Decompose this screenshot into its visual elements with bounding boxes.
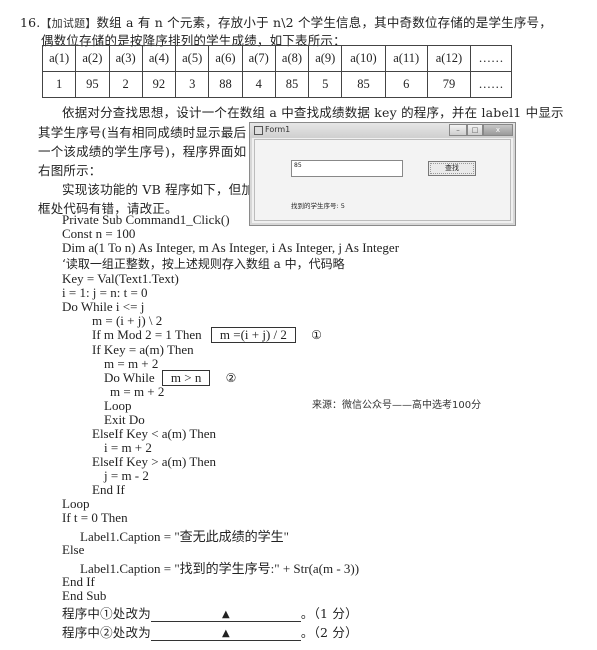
description-line-4: 右图所示：	[38, 163, 102, 178]
array-header-cell: a(10)	[341, 45, 386, 72]
array-header-cell: a(4)	[141, 45, 177, 72]
description-line-3: 一个该成绩的学生序号)，程序界面如	[38, 144, 247, 159]
array-value-cell: 3	[175, 71, 210, 98]
form1-client-area: 85 查找 找到的学生序号: 5	[254, 139, 511, 221]
array-value-cell: 95	[75, 71, 110, 98]
marker-1: ①	[311, 328, 322, 342]
answer-prefix: 程序中②处改为	[62, 625, 151, 640]
array-header-cell: a(3)	[108, 45, 143, 72]
array-value-cell: 2	[108, 71, 143, 98]
code-line: Label1.Caption = "查无此成绩的学生"	[80, 529, 289, 544]
code-line: Else	[62, 542, 85, 557]
description-line-1: 依据对分查找思想，设计一个在数组 a 中查找成绩数据 key 的程序，并在 la…	[62, 105, 564, 120]
answer-suffix: 。（1 分）	[300, 606, 358, 621]
minimize-button[interactable]: –	[449, 124, 467, 136]
array-header-cell: a(1)	[41, 45, 77, 72]
form1-window: Form1 – □ x 85 查找 找到的学生序号: 5	[249, 122, 516, 226]
array-value-cell: 1	[41, 71, 77, 98]
question-number: 16.	[20, 15, 41, 30]
array-header-cell: a(8)	[274, 45, 310, 72]
question-header: 16.【加试题】数组 a 有 n 个元素，存放小于 n\2 个学生信息，其中奇数…	[20, 12, 552, 31]
array-value-cell: 79	[426, 71, 472, 98]
answer-blank-2[interactable]: ▲	[150, 627, 301, 641]
question-line-1: 数组 a 有 n 个元素，存放小于 n\2 个学生信息，其中奇数位存储的是学生序…	[96, 15, 552, 30]
code-text: If m Mod 2 = 1 Then	[92, 327, 202, 342]
description-line-2: 其学生序号(当有相同成绩时显示最后	[38, 125, 247, 140]
answer-blank-1[interactable]: ▲	[150, 608, 301, 622]
array-table-value-row: 1 95 2 92 3 88 4 85 5 85 6 79……	[41, 71, 512, 98]
answer-line-1: 程序中①处改为 ▲ 。（1 分）	[62, 603, 358, 622]
code-line-if-mod: If m Mod 2 = 1 Then m =(i + j) / 2 ①	[92, 327, 322, 343]
array-value-cell: 5	[308, 71, 343, 98]
search-button[interactable]: 查找	[428, 161, 476, 176]
code-comment: ‘读取一组正整数，按上述规则存入数组 a 中，代码略	[62, 257, 345, 271]
question-tag: 【加试题】	[40, 17, 97, 30]
array-header-cell: a(11)	[384, 45, 428, 72]
array-value-cell: 88	[208, 71, 243, 98]
array-header-cell: a(9)	[308, 45, 343, 72]
marker-2: ②	[225, 371, 237, 385]
code-line: Label1.Caption = "找到的学生序号:" + Str(a(m - …	[80, 561, 360, 576]
array-value-cell: 6	[384, 71, 428, 98]
array-value-cell: 92	[141, 71, 177, 98]
array-header-cell: a(7)	[241, 45, 276, 72]
label1-result: 找到的学生序号: 5	[291, 202, 345, 210]
code-line: End Sub	[62, 588, 107, 603]
answer-prefix: 程序中①处改为	[62, 606, 151, 621]
text1-input[interactable]: 85	[291, 160, 403, 177]
code-line: Dim a(1 To n) As Integer, m As Integer, …	[62, 240, 400, 255]
array-header-cell: a(6)	[208, 45, 243, 72]
error-box-1: m =(i + j) / 2	[210, 327, 296, 343]
app-icon	[254, 126, 263, 135]
array-value-cell: ……	[470, 71, 512, 98]
source-note: 来源：微信公众号——高中选考100分	[312, 400, 482, 411]
array-value-cell: 4	[241, 71, 276, 98]
array-value-cell: 85	[341, 71, 386, 98]
answer-line-2: 程序中②处改为 ▲ 。（2 分）	[62, 622, 358, 641]
array-header-cell: a(2)	[75, 45, 110, 72]
code-line: End If	[92, 482, 125, 497]
array-table-header-row: a(1) a(2) a(3) a(4) a(5) a(6) a(7) a(8) a(9) a(10…	[41, 45, 512, 72]
array-header-cell: a(5)	[175, 45, 210, 72]
answer-suffix: 。（2 分）	[300, 625, 358, 640]
code-line: If t = 0 Then	[62, 510, 128, 525]
array-table: a(1) a(2) a(3) a(4) a(5) a(6) a(7) a(8) a(9) a(10…	[41, 45, 512, 98]
window-title: Form1	[265, 125, 291, 134]
description-line-5: 实现该功能的 VB 程序如下，但加	[62, 182, 255, 197]
error-box-2: m > n	[161, 370, 211, 386]
close-button[interactable]: x	[483, 124, 513, 136]
code-text: Do While	[104, 370, 155, 385]
maximize-button[interactable]: □	[467, 124, 483, 136]
array-value-cell: 85	[274, 71, 310, 98]
array-header-cell: ……	[470, 45, 512, 72]
form1-titlebar[interactable]: Form1 – □ x	[250, 123, 515, 138]
array-header-cell: a(12)	[426, 45, 472, 72]
